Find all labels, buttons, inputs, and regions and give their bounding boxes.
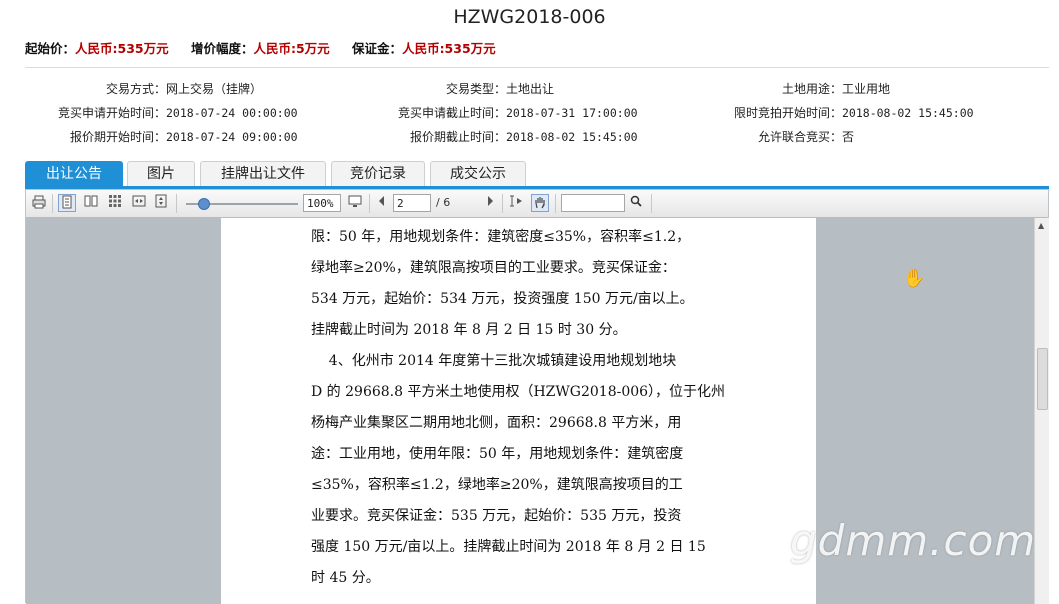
scrollbar-thumb[interactable] [1037,348,1048,410]
deposit-label: 保证金： [352,41,403,56]
toolbar-separator [176,194,177,213]
tab-deal-announcement[interactable]: 成交公示 [430,161,526,187]
land-use: 土地用途：工业用地 [781,82,891,96]
increment-label: 增价幅度： [190,41,254,56]
single-page-icon[interactable] [58,194,76,212]
toolbar-separator [52,194,53,213]
viewer-toolbar: 100% 2 / 6 [26,190,1048,218]
watermark: gdmm.com [790,516,1037,565]
document-text-line: 绿地率≥20%，建筑限高按项目的工业要求。竞买保证金： [311,260,676,276]
search-icon[interactable] [627,194,645,212]
toolbar-separator [555,194,556,213]
document-text-line: 强度 150 万元/亩以上。挂牌截止时间为 2018 年 8 月 2 日 15 [311,539,706,555]
tab-bid-records[interactable]: 竞价记录 [331,161,425,187]
increment-value: 人民币:5万元 [253,41,330,56]
start-price-value: 人民币:535万元 [75,41,169,56]
document-text-line: 挂牌截止时间为 2018 年 8 月 2 日 15 时 30 分。 [311,322,627,338]
zoom-slider-handle[interactable] [198,198,210,210]
tab-bar: 出让公告 图片 挂牌出让文件 竞价记录 成交公示 [25,161,1049,187]
apply-end-time: 竞买申请截止时间：2018-07-31 17:00:00 [397,106,638,120]
page-number-input[interactable]: 2 [393,194,431,212]
fit-width-icon[interactable] [130,194,148,212]
document-text-line: 限：50 年，用地规划条件：建筑密度≤35%，容积率≤1.2， [311,229,691,245]
two-page-icon[interactable] [82,194,100,212]
document-text-line: ≤35%，容积率≤1.2，绿地率≥20%，建筑限高按项目的工 [311,477,683,493]
scroll-up-icon[interactable]: ▲ [1038,221,1044,230]
tab-announcement[interactable]: 出让公告 [25,161,123,187]
vertical-scrollbar[interactable]: ▲ [1034,218,1049,604]
divider [25,67,1049,68]
hand-tool-icon[interactable] [531,194,549,212]
next-page-icon[interactable] [481,194,499,212]
hand-cursor-icon: ✋ [903,268,926,289]
document-page: 限：50 年，用地规划条件：建筑密度≤35%，容积率≤1.2， 绿地率≥20%，… [221,218,816,604]
document-text-line: 4、化州市 2014 年度第十三批次城镇建设用地规划地块 [311,353,677,369]
grid-view-icon[interactable] [106,194,124,212]
page-total: / 6 [436,196,451,209]
text-select-icon[interactable] [507,194,525,212]
tab-images[interactable]: 图片 [127,161,195,187]
prev-page-icon[interactable] [373,194,391,212]
quote-end-time: 报价期截止时间：2018-08-02 15:45:00 [409,130,638,144]
apply-start-time: 竞买申请开始时间：2018-07-24 00:00:00 [57,106,298,120]
transaction-info: 交易方式：网上交易（挂牌） 交易类型：土地出让 土地用途：工业用地 竞买申请开始… [0,80,1059,152]
document-text-line: 杨梅产业集聚区二期用地北侧，面积：29668.8 平方米，用 [311,415,682,431]
toolbar-separator [651,194,652,213]
joint-bidding: 允许联合竞买：否 [757,130,855,144]
document-text-line: 业要求。竞买保证金：535 万元，起始价：535 万元，投资 [311,508,682,524]
search-input[interactable] [561,194,625,212]
tab-listing-documents[interactable]: 挂牌出让文件 [200,161,326,187]
start-price-label: 起始价： [25,41,76,56]
trade-method: 交易方式：网上交易（挂牌） [105,82,263,96]
toolbar-separator [369,194,370,213]
document-text-line: D 的 29668.8 平方米土地使用权（HZWG2018-006），位于化州 [311,384,726,400]
fit-height-icon[interactable] [152,194,170,212]
trade-type: 交易类型：土地出让 [445,82,555,96]
price-summary: 起始价：人民币:535万元 增价幅度：人民币:5万元 保证金：人民币:535万元 [25,38,514,57]
timed-bid-start-time: 限时竞拍开始时间：2018-08-02 15:45:00 [733,106,974,120]
deposit-value: 人民币:535万元 [402,41,496,56]
page-title: HZWG2018-006 [453,6,606,28]
document-text-line: 534 万元，起始价：534 万元，投资强度 150 万元/亩以上。 [311,291,694,307]
toolbar-separator [502,194,503,213]
fullscreen-icon[interactable] [346,194,364,212]
zoom-input[interactable]: 100% [303,194,341,212]
document-text-line: 途：工业用地，使用年限：50 年，用地规划条件：建筑密度 [311,446,684,462]
document-text-line: 时 45 分。 [311,570,380,586]
print-icon[interactable] [30,194,48,212]
quote-start-time: 报价期开始时间：2018-07-24 09:00:00 [69,130,298,144]
